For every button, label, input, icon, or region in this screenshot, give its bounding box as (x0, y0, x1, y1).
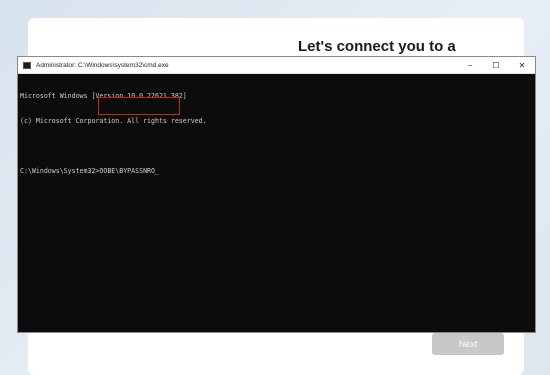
console-command-line[interactable]: C:\Windows\System32>OOBE\BYPASSNRO_ (20, 167, 535, 175)
cmd-title: Administrator: C:\Windows\system32\cmd.e… (36, 61, 169, 69)
maximize-icon[interactable]: ☐ (483, 57, 509, 73)
console-output[interactable]: Microsoft Windows [Version 10.0.22621.38… (18, 74, 535, 193)
text-cursor: _ (154, 167, 159, 176)
minimize-icon[interactable]: – (457, 57, 483, 73)
cmd-titlebar[interactable]: Administrator: C:\Windows\system32\cmd.e… (18, 57, 535, 74)
cmd-app-icon (23, 61, 31, 69)
console-command: C:\Windows\System32>OOBE\BYPASSNRO (20, 167, 155, 176)
next-button[interactable]: Next (432, 333, 504, 355)
cmd-window[interactable]: Administrator: C:\Windows\system32\cmd.e… (17, 56, 536, 333)
oobe-heading: Let's connect you to a (298, 38, 456, 55)
close-icon[interactable]: ✕ (509, 57, 535, 73)
console-line: (c) Microsoft Corporation. All rights re… (20, 117, 207, 126)
command-highlight-box (98, 97, 180, 115)
